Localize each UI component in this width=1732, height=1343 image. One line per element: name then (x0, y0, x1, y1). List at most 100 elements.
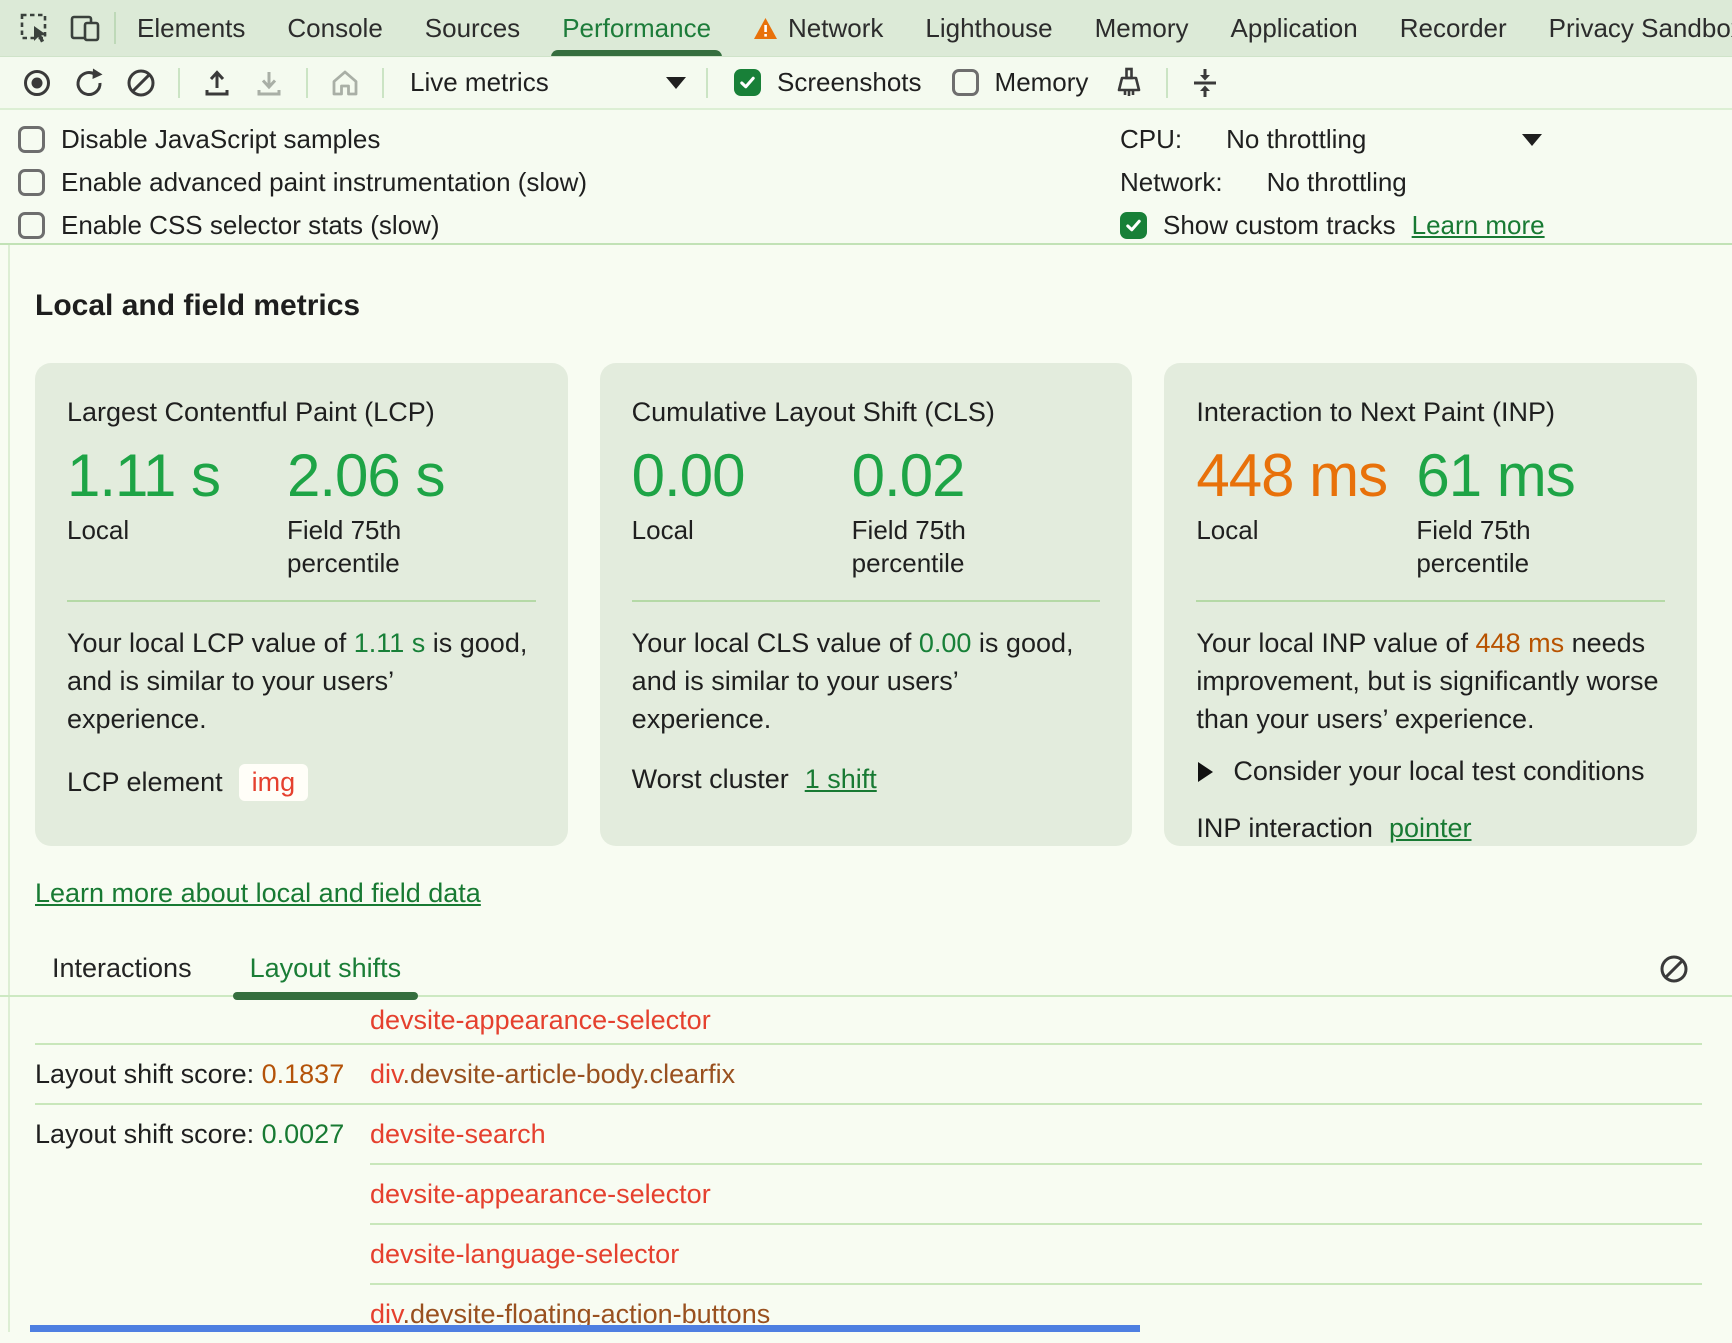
tab-elements[interactable]: Elements (116, 0, 266, 57)
checkbox-unchecked-icon (18, 169, 45, 196)
checkbox-unchecked-icon (952, 69, 979, 96)
clear-log-icon[interactable] (1658, 953, 1690, 985)
collect-garbage-icon[interactable] (1106, 61, 1152, 105)
layout-shift-row: div.devsite-floating-action-buttons (0, 1285, 1732, 1343)
devtools-tabbar: Elements Console Sources Performance Net… (0, 0, 1732, 57)
cpu-value: No throttling (1226, 124, 1366, 155)
history-dropdown[interactable]: Live metrics (410, 67, 686, 98)
chevron-down-icon (1522, 134, 1542, 146)
cpu-label: CPU: (1120, 124, 1182, 155)
network-value: No throttling (1267, 167, 1407, 198)
layout-shift-row: Layout shift score: 0.1837 div.devsite-a… (0, 1045, 1732, 1103)
inp-interaction-label: INP interaction (1196, 813, 1373, 844)
layout-shifts-log: devsite-appearance-selector Layout shift… (0, 997, 1732, 1343)
card-divider (67, 600, 536, 602)
inp-interaction-link[interactable]: pointer (1389, 813, 1472, 844)
tab-sources[interactable]: Sources (404, 0, 541, 57)
tab-network[interactable]: Network (732, 0, 904, 57)
screenshots-checkbox[interactable]: Screenshots (734, 67, 922, 98)
checkbox-checked-icon (1120, 212, 1147, 239)
lcp-element-node-link[interactable]: img (239, 764, 309, 801)
score-value: 0.1837 (262, 1059, 345, 1089)
tab-memory[interactable]: Memory (1074, 0, 1210, 57)
inp-field-label: Field 75th percentile (1416, 514, 1606, 580)
checkbox-unchecked-icon (18, 212, 45, 239)
memory-checkbox[interactable]: Memory (952, 67, 1089, 98)
node-link[interactable]: devsite-appearance-selector (370, 1005, 711, 1036)
toolbar-separator (178, 68, 180, 98)
clear-button[interactable] (118, 61, 164, 105)
score-label: Layout shift score: (35, 1119, 262, 1149)
disclosure-triangle-icon (1198, 762, 1213, 782)
card-divider (1196, 600, 1665, 602)
toolbar-separator (382, 68, 384, 98)
record-button[interactable] (14, 61, 60, 105)
field-data-learn-more-link[interactable]: Learn more about local and field data (35, 878, 481, 909)
node-link[interactable]: div.devsite-article-body.clearfix (370, 1059, 735, 1090)
section-heading: Local and field metrics (35, 289, 1732, 323)
cpu-throttling-select[interactable]: CPU: No throttling (1120, 118, 1542, 161)
home-icon[interactable] (322, 61, 368, 105)
warning-icon (753, 17, 778, 40)
toolbar-separator (306, 68, 308, 98)
worst-cluster-label: Worst cluster (632, 764, 789, 795)
lcp-inline-value: 1.11 s (354, 628, 426, 658)
lcp-local-value: 1.11 s (67, 446, 287, 506)
bottom-scroll-indicator[interactable] (30, 1325, 1140, 1332)
reload-record-button[interactable] (66, 61, 112, 105)
inp-card-title: Interaction to Next Paint (INP) (1196, 397, 1665, 428)
local-test-conditions-disclosure[interactable]: Consider your local test conditions (1196, 756, 1665, 787)
tab-interactions[interactable]: Interactions (35, 940, 209, 996)
save-profile-icon[interactable] (246, 61, 292, 105)
layout-shift-row: Layout shift score: 0.0027 devsite-searc… (0, 1105, 1732, 1163)
network-throttling-select[interactable]: Network: No throttling (1120, 161, 1732, 204)
layout-shift-row: devsite-appearance-selector (0, 997, 1732, 1043)
cls-inline-value: 0.00 (919, 628, 972, 658)
show-custom-tracks-label: Show custom tracks (1163, 210, 1396, 241)
tab-layout-shifts[interactable]: Layout shifts (233, 940, 419, 996)
inp-local-label: Local (1196, 514, 1386, 547)
lcp-card: Largest Contentful Paint (LCP) 1.11 s Lo… (35, 363, 568, 846)
node-link[interactable]: devsite-language-selector (370, 1239, 679, 1270)
custom-tracks-learn-more-link[interactable]: Learn more (1412, 210, 1545, 241)
score-label: Layout shift score: (35, 1059, 262, 1089)
lcp-local-label: Local (67, 514, 257, 547)
device-toolbar-icon[interactable] (68, 11, 102, 45)
tab-application[interactable]: Application (1210, 0, 1379, 57)
tab-recorder[interactable]: Recorder (1379, 0, 1528, 57)
lcp-description: Your local LCP value of 1.11 s is good, … (67, 624, 536, 738)
collapse-icon[interactable] (1182, 61, 1228, 105)
log-tabstrip: Interactions Layout shifts (0, 941, 1732, 997)
show-custom-tracks-checkbox[interactable]: Show custom tracks (1120, 204, 1396, 247)
cls-field-label: Field 75th percentile (852, 514, 1042, 580)
load-profile-icon[interactable] (194, 61, 240, 105)
toolbar-separator (1166, 68, 1168, 98)
tab-console[interactable]: Console (266, 0, 403, 57)
inp-field-value: 61 ms (1416, 446, 1606, 506)
tab-privacy-sandbox[interactable]: Privacy Sandbox (1528, 0, 1732, 57)
inp-inline-value: 448 ms (1476, 628, 1565, 658)
worst-cluster-link[interactable]: 1 shift (805, 764, 877, 795)
cls-card-title: Cumulative Layout Shift (CLS) (632, 397, 1101, 428)
network-label: Network: (1120, 167, 1223, 198)
checkbox-unchecked-icon (18, 126, 45, 153)
cls-local-value: 0.00 (632, 446, 852, 506)
disclosure-label: Consider your local test conditions (1233, 756, 1644, 787)
lcp-field-value: 2.06 s (287, 446, 477, 506)
tab-performance[interactable]: Performance (541, 0, 732, 57)
cls-description: Your local CLS value of 0.00 is good, an… (632, 624, 1101, 738)
panel-left-border (8, 108, 10, 1332)
inp-card: Interaction to Next Paint (INP) 448 ms L… (1164, 363, 1697, 846)
cls-card: Cumulative Layout Shift (CLS) 0.00 Local… (600, 363, 1133, 846)
lcp-field-label: Field 75th percentile (287, 514, 477, 580)
screenshots-label: Screenshots (777, 67, 922, 98)
score-value: 0.0027 (262, 1119, 345, 1149)
lcp-element-label: LCP element (67, 767, 223, 798)
checkbox-checked-icon (734, 69, 761, 96)
node-link[interactable]: devsite-search (370, 1119, 546, 1150)
node-link[interactable]: devsite-appearance-selector (370, 1179, 711, 1210)
tab-lighthouse[interactable]: Lighthouse (904, 0, 1073, 57)
live-metrics-view: Local and field metrics Largest Contentf… (0, 289, 1732, 1343)
toolbar-separator (706, 68, 708, 98)
inspect-element-icon[interactable] (18, 11, 52, 45)
